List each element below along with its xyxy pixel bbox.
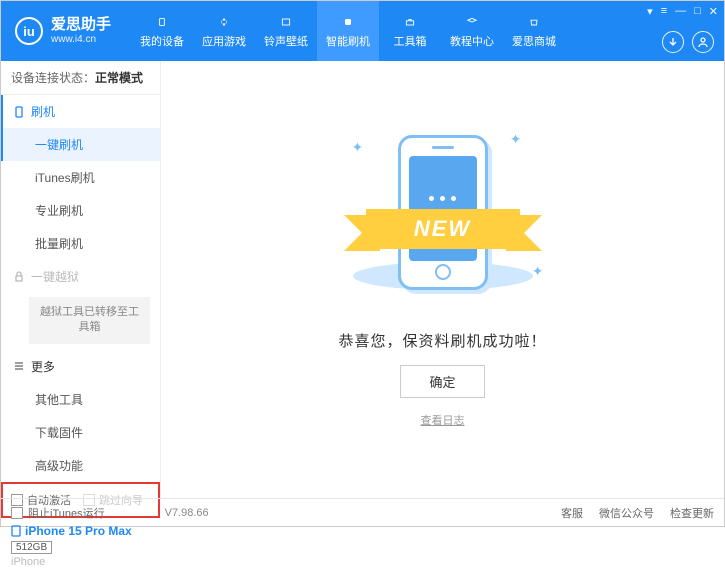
jailbreak-note: 越狱工具已转移至工具箱: [29, 297, 150, 344]
footer: 阻止iTunes运行 V7.98.66 客服 微信公众号 检查更新: [1, 498, 724, 526]
success-illustration: ✦ ✦ ✦ NEW: [338, 131, 548, 316]
sidebar-item-batch-flash[interactable]: 批量刷机: [1, 227, 160, 260]
app-subtitle: www.i4.cn: [51, 34, 111, 45]
version-label: V7.98.66: [165, 507, 209, 519]
sidebar-item-itunes-flash[interactable]: iTunes刷机: [1, 161, 160, 194]
toolbox-icon: [400, 14, 420, 30]
conn-value: 正常模式: [95, 71, 143, 85]
nav-label: 智能刷机: [326, 33, 370, 49]
user-icon[interactable]: [692, 31, 714, 53]
nav-label: 我的设备: [140, 33, 184, 49]
nav-label: 爱思商城: [512, 33, 556, 49]
nav-smart-flash[interactable]: 智能刷机: [317, 1, 379, 61]
ok-button[interactable]: 确定: [400, 365, 484, 398]
checkbox-block-itunes[interactable]: 阻止iTunes运行: [11, 505, 105, 521]
ck-label: 阻止iTunes运行: [28, 505, 105, 521]
connection-status: 设备连接状态：正常模式: [1, 61, 160, 95]
nav-tutorials[interactable]: 教程中心: [441, 1, 503, 61]
sidebar-item-download-fw[interactable]: 下载固件: [1, 416, 160, 449]
phone-icon: [13, 106, 25, 118]
sidebar-item-other-tools[interactable]: 其他工具: [1, 383, 160, 416]
sidebar-group-jailbreak: 一键越狱: [1, 260, 160, 293]
sparkle-icon: ✦: [532, 263, 544, 280]
group-title: 更多: [31, 358, 55, 375]
nav-store[interactable]: 爱思商城: [503, 1, 565, 61]
store-icon: [524, 14, 544, 30]
menu-icon[interactable]: ▾: [647, 5, 653, 18]
footer-link-wechat[interactable]: 微信公众号: [599, 505, 654, 521]
sparkle-icon: ✦: [352, 139, 364, 156]
nav-label: 工具箱: [394, 33, 427, 49]
options-icon[interactable]: ≡: [661, 5, 667, 18]
app-title: 爱思助手: [51, 17, 111, 34]
view-log-link[interactable]: 查看日志: [421, 412, 465, 428]
apps-icon: [214, 14, 234, 30]
list-icon: [13, 360, 25, 372]
ribbon-text: NEW: [366, 209, 520, 249]
maximize-icon[interactable]: □: [694, 5, 701, 18]
sidebar-item-oneclick-flash[interactable]: 一键刷机: [1, 128, 160, 161]
close-icon[interactable]: ✕: [709, 5, 718, 18]
footer-link-support[interactable]: 客服: [561, 505, 583, 521]
window-controls: ▾ ≡ — □ ✕: [647, 5, 718, 18]
sidebar: 设备连接状态：正常模式 刷机 一键刷机 iTunes刷机 专业刷机 批量刷机 一…: [1, 61, 161, 498]
sidebar-group-more[interactable]: 更多: [1, 350, 160, 383]
nav-toolbox[interactable]: 工具箱: [379, 1, 441, 61]
sidebar-item-pro-flash[interactable]: 专业刷机: [1, 194, 160, 227]
top-nav: 我的设备 应用游戏 铃声壁纸 智能刷机 工具箱 教程中心: [131, 1, 565, 61]
lock-icon: [13, 271, 25, 283]
wallpaper-icon: [276, 14, 296, 30]
group-title: 一键越狱: [31, 268, 79, 285]
device-capacity: 512GB: [11, 541, 52, 554]
new-ribbon: NEW: [366, 209, 520, 249]
conn-label: 设备连接状态：: [11, 71, 95, 85]
nav-label: 应用游戏: [202, 33, 246, 49]
nav-apps[interactable]: 应用游戏: [193, 1, 255, 61]
device-type: iPhone: [11, 556, 150, 568]
nav-ringtones[interactable]: 铃声壁纸: [255, 1, 317, 61]
logo-icon: iu: [15, 17, 43, 45]
device-icon: [152, 14, 172, 30]
minimize-icon[interactable]: —: [675, 5, 686, 18]
flash-icon: [338, 14, 358, 30]
main-content: ✦ ✦ ✦ NEW 恭喜您，保资料刷机成功啦！ 确定 查看日志: [161, 61, 724, 498]
nav-my-device[interactable]: 我的设备: [131, 1, 193, 61]
app-header: iu 爱思助手 www.i4.cn 我的设备 应用游戏 铃声壁纸 智能刷机: [1, 1, 724, 61]
download-icon[interactable]: [662, 31, 684, 53]
footer-link-update[interactable]: 检查更新: [670, 505, 714, 521]
sparkle-icon: ✦: [510, 131, 522, 148]
sidebar-item-advanced[interactable]: 高级功能: [1, 449, 160, 482]
group-title: 刷机: [31, 103, 55, 120]
logo[interactable]: iu 爱思助手 www.i4.cn: [1, 17, 121, 45]
nav-label: 教程中心: [450, 33, 494, 49]
nav-label: 铃声壁纸: [264, 33, 308, 49]
sidebar-group-flash[interactable]: 刷机: [1, 95, 160, 128]
success-message: 恭喜您，保资料刷机成功啦！: [338, 330, 546, 351]
tutorial-icon: [462, 14, 482, 30]
